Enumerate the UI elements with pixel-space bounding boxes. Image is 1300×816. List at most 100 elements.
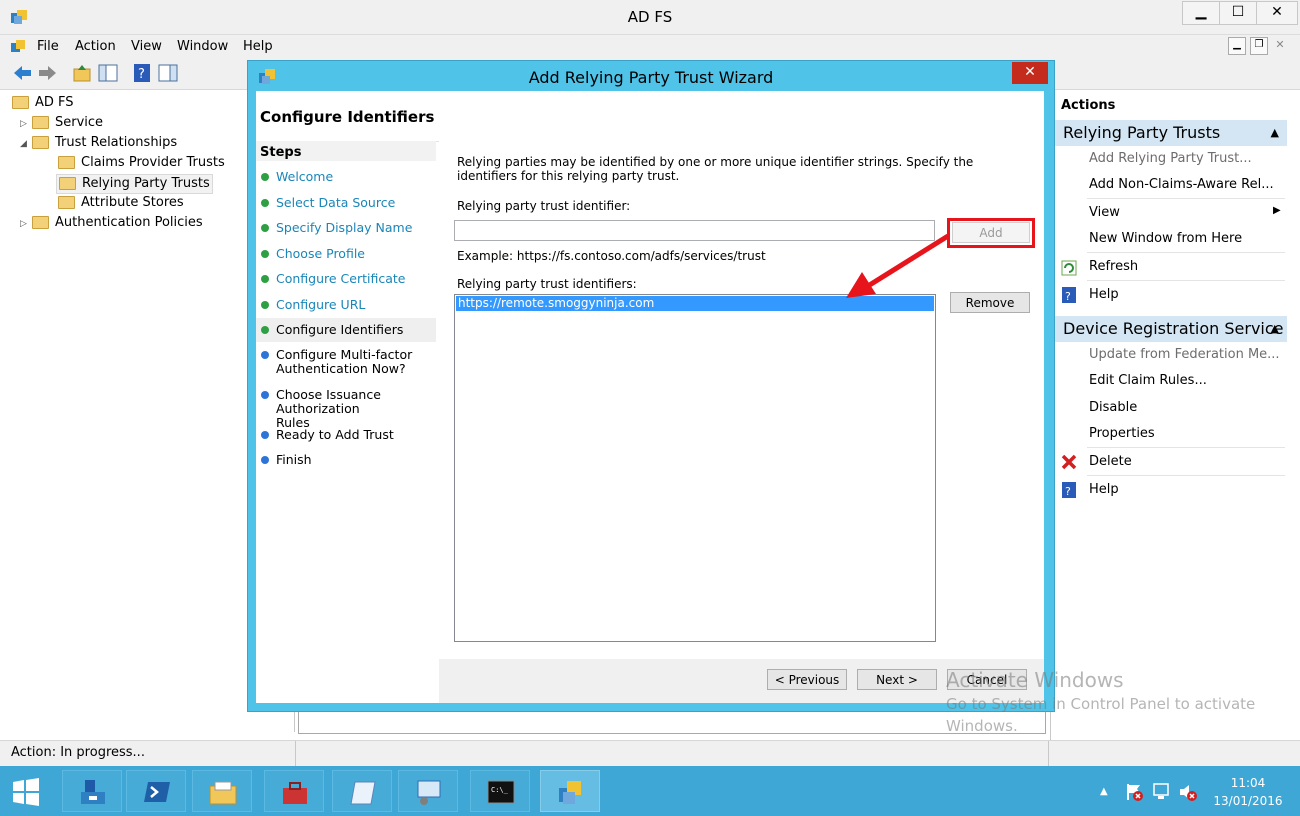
taskbar-powershell[interactable] (126, 770, 186, 812)
folder-icon (32, 136, 49, 149)
menu-view[interactable]: View (131, 39, 162, 54)
mmc-icon (11, 40, 25, 52)
expand-icon[interactable]: ▷ (20, 115, 32, 133)
actions-section-device-registration[interactable]: Device Registration Service ▲ (1055, 316, 1287, 342)
submenu-arrow-icon: ▶ (1273, 205, 1281, 216)
action-edit-claim-rules[interactable]: Edit Claim Rules... (1089, 373, 1207, 388)
steps-panel: Steps Welcome Select Data Source Specify… (256, 141, 436, 703)
remove-button[interactable]: Remove (950, 292, 1030, 313)
step-pending-icon (261, 351, 269, 359)
folder-icon (32, 116, 49, 129)
child-restore-button[interactable]: ❐ (1250, 37, 1268, 55)
action-help[interactable]: Help (1089, 287, 1119, 302)
up-folder-icon[interactable] (72, 63, 92, 83)
status-text: Action: In progress... (11, 745, 145, 760)
step-label: Choose Issuance Authorization Rules (276, 387, 381, 430)
show-hide-tree-icon[interactable] (98, 63, 118, 83)
page-heading: Configure Identifiers (260, 108, 435, 126)
svg-text:C:\_: C:\_ (491, 786, 509, 794)
tree-item-trust-relationships[interactable]: ◢ Trust Relationships (20, 134, 177, 152)
tree-item-service[interactable]: ▷ Service (20, 114, 103, 132)
step-complete-icon (261, 275, 269, 283)
tree-label: Service (55, 115, 104, 130)
child-close-button[interactable]: ✕ (1272, 37, 1288, 53)
menu-file[interactable]: File (37, 39, 59, 54)
svg-text:?: ? (138, 67, 145, 82)
taskbar-server-manager[interactable] (62, 770, 122, 812)
action-add-relying-party-trust[interactable]: Add Relying Party Trust... (1089, 151, 1252, 166)
step-complete-icon (261, 199, 269, 207)
step-label: Configure URL (276, 297, 366, 312)
clock-time[interactable]: 11:04 (1216, 776, 1280, 790)
action-center-flag-icon[interactable] (1124, 782, 1144, 802)
next-button[interactable]: Next > (857, 669, 937, 690)
actions-pane: Actions Relying Party Trusts ▲ Add Relyin… (1050, 92, 1291, 742)
tree-item-attribute-stores[interactable]: Attribute Stores (58, 194, 184, 212)
expand-icon[interactable]: ▷ (20, 215, 32, 233)
action-refresh[interactable]: Refresh (1089, 259, 1138, 274)
volume-muted-icon[interactable] (1178, 782, 1198, 802)
dialog-close-button[interactable]: ✕ (1012, 62, 1048, 84)
tree-item-claims-provider-trusts[interactable]: Claims Provider Trusts (58, 154, 225, 172)
show-action-pane-icon[interactable] (158, 63, 178, 83)
step-configure-certificate[interactable]: Configure Certificate (261, 272, 406, 286)
step-configure-url[interactable]: Configure URL (261, 297, 366, 312)
collapse-arrow-icon[interactable]: ▲ (1271, 316, 1279, 342)
taskbar-toolbox[interactable] (264, 770, 324, 812)
action-add-non-claims-aware[interactable]: Add Non-Claims-Aware Rel... (1089, 177, 1274, 192)
menu-bar: File Action View Window Help ▁ ❐ ✕ (0, 35, 1300, 59)
identifiers-list[interactable]: https://remote.smoggyninja.com (454, 294, 936, 642)
tree-root[interactable]: AD FS (12, 94, 74, 112)
steps-title: Steps (260, 145, 302, 160)
step-select-data-source[interactable]: Select Data Source (261, 196, 395, 210)
action-properties[interactable]: Properties (1089, 426, 1155, 441)
window-title: AD FS (627, 8, 673, 26)
menu-help[interactable]: Help (243, 39, 273, 54)
collapse-arrow-icon[interactable]: ▲ (1271, 120, 1279, 146)
taskbar-network[interactable] (398, 770, 458, 812)
taskbar-command-prompt[interactable]: C:\_ (470, 770, 530, 812)
step-label: Ready to Add Trust (276, 427, 394, 442)
step-welcome[interactable]: Welcome (261, 169, 334, 184)
show-hidden-icons-icon[interactable]: ▲ (1100, 786, 1108, 797)
section-label: Relying Party Trusts (1063, 123, 1221, 142)
clock-date[interactable]: 13/01/2016 (1208, 794, 1288, 808)
start-windows-icon[interactable] (12, 778, 40, 806)
action-help-device[interactable]: Help (1089, 482, 1119, 497)
maximize-button[interactable]: ☐ (1219, 1, 1257, 25)
help-icon[interactable]: ? (132, 63, 152, 83)
close-button[interactable]: ✕ (1256, 1, 1298, 25)
powershell-icon (144, 782, 170, 802)
taskbar-adfs[interactable] (540, 770, 600, 812)
back-arrow-icon[interactable] (12, 63, 32, 83)
svg-text:?: ? (1065, 485, 1071, 498)
action-disable[interactable]: Disable (1089, 400, 1137, 415)
step-label: Welcome (276, 169, 334, 184)
actions-section-relying-party-trusts[interactable]: Relying Party Trusts ▲ (1055, 120, 1287, 146)
action-update-from-federation[interactable]: Update from Federation Me... (1089, 347, 1280, 362)
taskbar-notepad[interactable] (332, 770, 392, 812)
step-configure-identifiers: Configure Identifiers (261, 323, 403, 337)
status-divider (295, 741, 296, 766)
menu-window[interactable]: Window (177, 39, 228, 54)
activate-windows-text: Go to System in Control Panel to activat… (946, 695, 1256, 713)
forward-arrow-icon[interactable] (38, 63, 58, 83)
previous-button[interactable]: < Previous (767, 669, 847, 690)
step-choose-issuance-rules: Choose Issuance Authorization Rules (261, 387, 396, 430)
step-ready-to-add: Ready to Add Trust (261, 427, 394, 442)
help-icon: ? (1062, 287, 1076, 303)
action-view[interactable]: View (1089, 205, 1120, 220)
network-status-icon[interactable] (1152, 782, 1172, 802)
taskbar-file-explorer[interactable] (192, 770, 252, 812)
minimize-button[interactable]: ▁ (1182, 1, 1220, 25)
child-minimize-button[interactable]: ▁ (1228, 37, 1246, 55)
collapse-icon[interactable]: ◢ (20, 135, 32, 153)
tree-item-authentication-policies[interactable]: ▷ Authentication Policies (20, 214, 203, 232)
menu-action[interactable]: Action (75, 39, 116, 54)
step-choose-profile[interactable]: Choose Profile (261, 247, 365, 261)
action-new-window[interactable]: New Window from Here (1089, 231, 1242, 246)
step-specify-display-name[interactable]: Specify Display Name (261, 221, 412, 235)
action-delete[interactable]: Delete (1089, 454, 1132, 469)
tree-item-relying-party-trusts[interactable]: Relying Party Trusts (56, 174, 213, 194)
actions-title: Actions (1061, 98, 1116, 113)
